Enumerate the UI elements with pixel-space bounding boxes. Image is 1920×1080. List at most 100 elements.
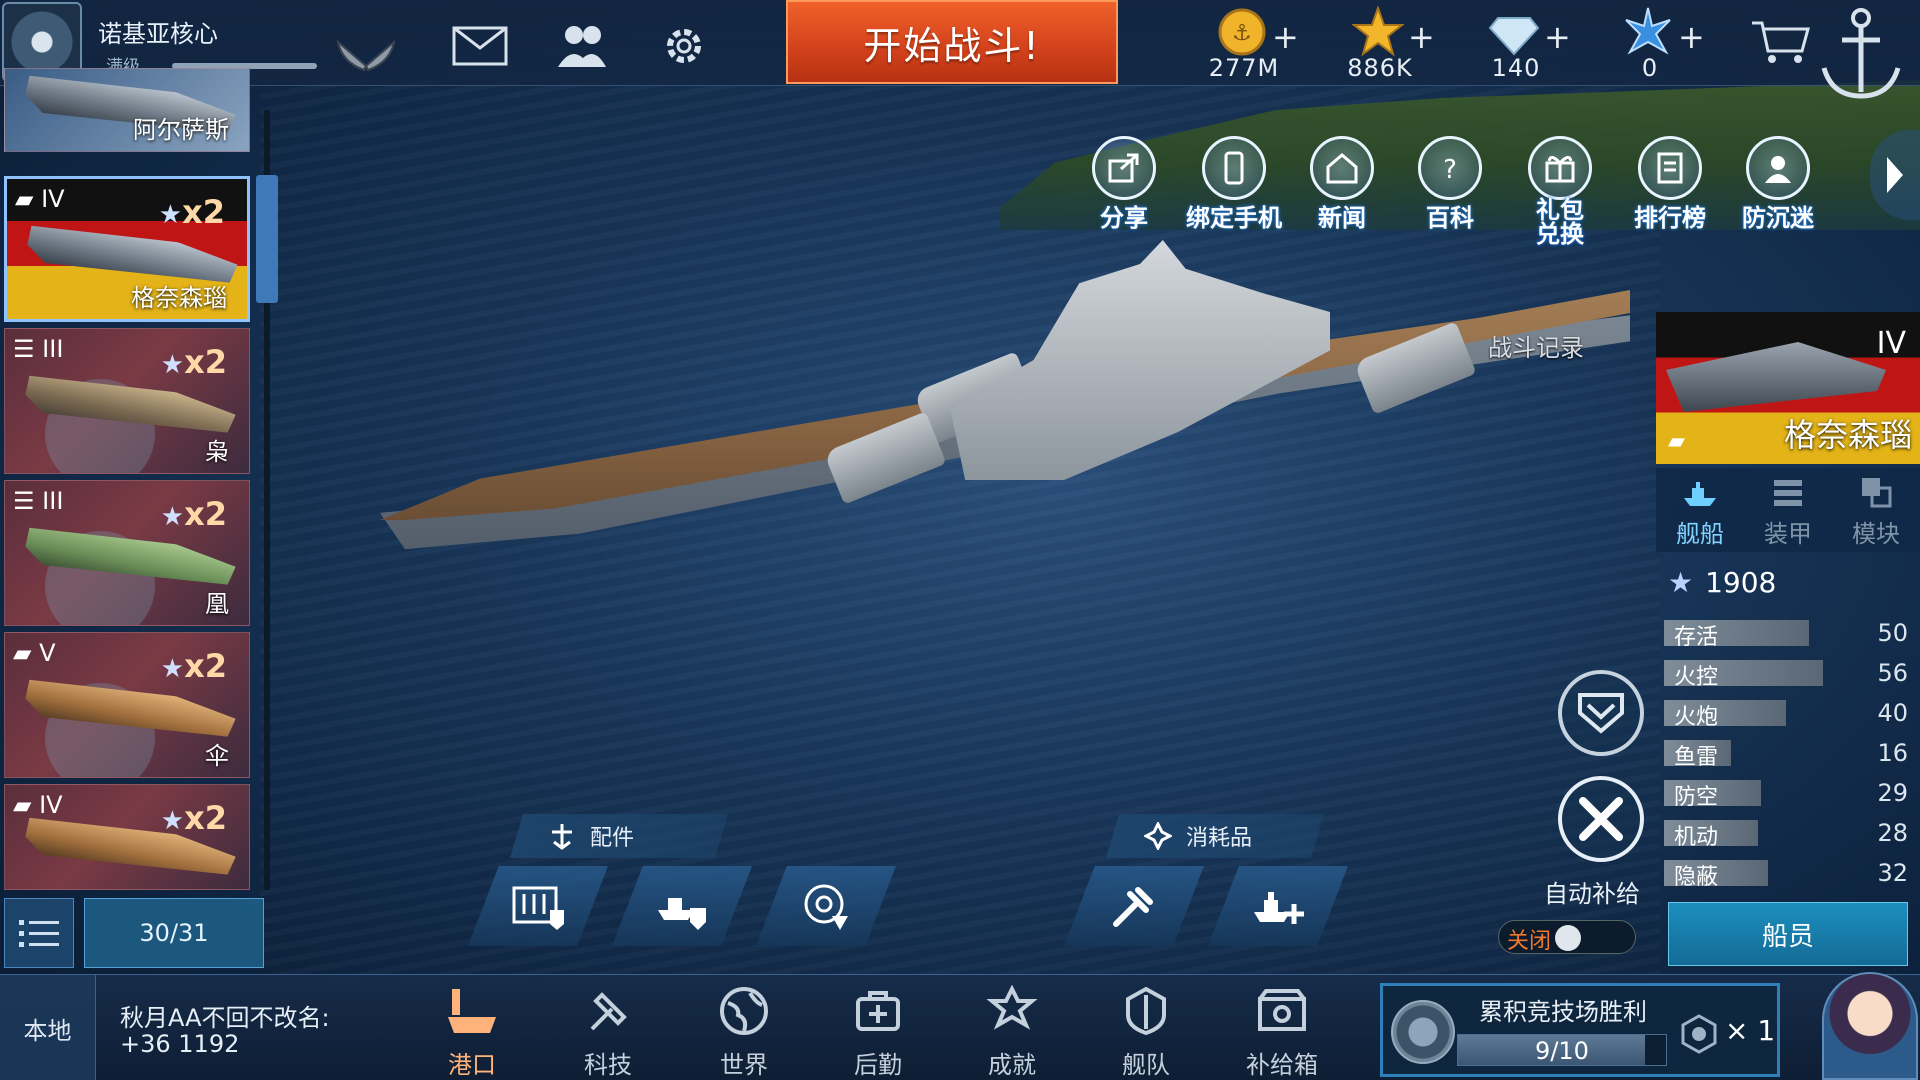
- ship-multiplier: ★x2: [160, 495, 227, 533]
- start-battle-button[interactable]: 开始战斗!: [786, 0, 1118, 84]
- func-label: 绑定手机: [1186, 204, 1282, 232]
- currency-blue-gem[interactable]: + 0: [1600, 6, 1720, 82]
- func-label: 百科: [1426, 204, 1474, 232]
- parts-slot-3[interactable]: [756, 866, 896, 946]
- func-encyclopedia[interactable]: ? 百科: [1404, 136, 1496, 236]
- currency-gold[interactable]: ⚓ + 277M: [1194, 6, 1314, 82]
- ship-multiplier: ★x2: [160, 647, 227, 685]
- battleship-model[interactable]: [360, 230, 1660, 830]
- world-icon: [718, 985, 770, 1037]
- repair-button[interactable]: [1558, 776, 1644, 862]
- tab-label: 模块: [1852, 520, 1900, 548]
- nav-harbor[interactable]: 港口: [412, 975, 532, 1080]
- tab-label: 装甲: [1764, 520, 1812, 548]
- ship-card-selected[interactable]: ▰ IV ★x2 格奈森瑙: [4, 176, 250, 322]
- auto-supply-toggle[interactable]: 关闭: [1498, 920, 1636, 954]
- crew-button[interactable]: 船员: [1668, 902, 1908, 966]
- rank-wings-icon[interactable]: [334, 36, 398, 72]
- nav-tech[interactable]: 科技: [548, 975, 668, 1080]
- ship-rating: ★ 1908: [1668, 566, 1777, 599]
- stat-value: 28: [1877, 819, 1908, 847]
- currency-diamond[interactable]: + 140: [1466, 6, 1586, 82]
- player-name: 诺基亚核心: [98, 20, 218, 48]
- nav-logistics[interactable]: 后勤: [818, 975, 938, 1080]
- func-share[interactable]: 分享: [1078, 136, 1170, 236]
- consumable-slot-2[interactable]: [1208, 866, 1348, 946]
- ship-thumbnail: [1666, 342, 1886, 412]
- svg-text:?: ?: [1443, 155, 1457, 185]
- func-label: 新闻: [1318, 204, 1366, 232]
- nav-achievement[interactable]: 成就: [952, 975, 1072, 1080]
- func-bind-phone[interactable]: 绑定手机: [1186, 136, 1282, 236]
- add-blue-gem-icon[interactable]: +: [1678, 18, 1705, 56]
- add-gold-icon[interactable]: +: [1272, 18, 1299, 56]
- stat-value: 29: [1877, 779, 1908, 807]
- ship-list-scrollbar-thumb[interactable]: [256, 175, 278, 303]
- gold-value: 277M: [1208, 54, 1280, 82]
- add-diamond-icon[interactable]: +: [1544, 18, 1571, 56]
- func-news[interactable]: 新闻: [1296, 136, 1388, 236]
- blue-gem-icon: [1622, 6, 1674, 58]
- officer-avatar[interactable]: [1822, 972, 1918, 1080]
- add-star-icon[interactable]: +: [1408, 18, 1435, 56]
- arena-progress-text: 9/10: [1535, 1037, 1589, 1065]
- anchor-icon[interactable]: [1816, 4, 1906, 104]
- ship-count-button[interactable]: 30/31: [84, 898, 264, 968]
- chat-preview[interactable]: 秋月AA不回不改名: +36 1192: [120, 1005, 330, 1057]
- func-leaderboard[interactable]: 排行榜: [1624, 136, 1716, 236]
- nav-world[interactable]: 世界: [684, 975, 804, 1080]
- mail-icon[interactable]: [450, 20, 510, 72]
- nav-label: 港口: [448, 1051, 496, 1079]
- ship-tier: ▰ IV: [13, 791, 63, 819]
- nav-fleet[interactable]: 舰队: [1086, 975, 1206, 1080]
- stat-label: 防空: [1674, 785, 1719, 810]
- consumable-slot-1[interactable]: [1064, 866, 1204, 946]
- chat-channel-button[interactable]: 本地: [0, 975, 96, 1080]
- arena-progress-bar: 9/10: [1457, 1034, 1667, 1066]
- gift-exchange-icon: [1528, 136, 1592, 200]
- list-icon: [19, 920, 59, 947]
- currency-star[interactable]: + 886K: [1330, 4, 1450, 82]
- nav-supply-box[interactable]: 补给箱: [1222, 975, 1342, 1080]
- ship-card[interactable]: ▰ V ★x2 伞: [4, 632, 250, 778]
- reward-chip-icon: [1679, 1014, 1719, 1054]
- supply-box-icon: [1256, 985, 1308, 1037]
- settings-icon[interactable]: [654, 20, 714, 72]
- stat-row: 存活 50: [1662, 616, 1908, 650]
- ship-multiplier: ★x2: [158, 193, 225, 231]
- ship-multiplier: ★x2: [160, 799, 227, 837]
- anti-addiction-icon: [1746, 136, 1810, 200]
- stat-label: 鱼雷: [1674, 745, 1719, 770]
- parts-slot-2[interactable]: [612, 866, 752, 946]
- func-label: 排行榜: [1634, 204, 1706, 232]
- friends-icon[interactable]: [552, 20, 612, 72]
- parts-slot-1[interactable]: [468, 866, 608, 946]
- tab-ship[interactable]: 舰船: [1656, 468, 1744, 552]
- func-anti-addiction[interactable]: 防沉迷: [1732, 136, 1824, 236]
- arena-progress-panel[interactable]: 累积竞技场胜利 9/10 × 1: [1380, 983, 1780, 1077]
- shopping-cart-icon[interactable]: [1750, 16, 1810, 68]
- ship-tier: ☰ III: [13, 487, 64, 515]
- nav-label: 世界: [720, 1051, 768, 1079]
- ship-card[interactable]: 阿尔萨斯: [4, 68, 250, 152]
- func-gift-exchange[interactable]: 礼包兑换: [1514, 136, 1606, 246]
- ship-card[interactable]: ▰ IV ★x2: [4, 784, 250, 890]
- tab-module[interactable]: 模块: [1832, 468, 1920, 552]
- ship-heal-icon: [1254, 892, 1304, 924]
- stat-label: 存活: [1674, 625, 1719, 650]
- stat-row: 机动 28: [1662, 816, 1908, 850]
- battle-record-link[interactable]: 战斗记录: [1488, 328, 1584, 363]
- list-menu-button[interactable]: [4, 898, 74, 968]
- consumables-header: 消耗品: [1106, 814, 1324, 858]
- ship-card[interactable]: ☰ III ★x2 凰: [4, 480, 250, 626]
- tech-icon: [582, 985, 634, 1037]
- selected-ship-portrait: IV ▰ 格奈森瑙: [1656, 312, 1920, 464]
- stat-row: 火控 56: [1662, 656, 1908, 690]
- ship-class-icon: ▰: [1668, 429, 1685, 454]
- rank-insignia-button[interactable]: [1558, 670, 1644, 756]
- nav-label: 成就: [988, 1051, 1036, 1079]
- stat-value: 32: [1877, 859, 1908, 887]
- tab-armor[interactable]: 装甲: [1744, 468, 1832, 552]
- ship-card[interactable]: ☰ III ★x2 枭: [4, 328, 250, 474]
- svg-text:⚓: ⚓: [1232, 21, 1252, 46]
